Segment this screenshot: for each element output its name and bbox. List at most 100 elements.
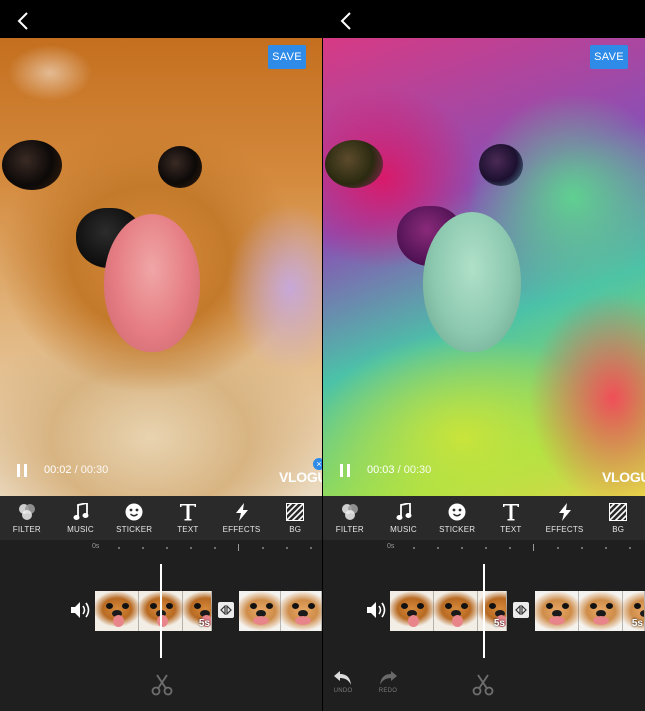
undo-button[interactable]: UNDO: [333, 670, 353, 694]
preview-image-filtered: [323, 38, 645, 496]
tool-label: BG: [612, 525, 625, 534]
sticker-icon: [448, 503, 466, 521]
redo-label: REDO: [378, 688, 398, 694]
tool-label: EFFECTS: [222, 525, 261, 534]
scissors-icon: [151, 674, 173, 696]
volume-button[interactable]: [70, 601, 92, 619]
clip-thumbnail: [535, 591, 579, 631]
tool-label: MUSIC: [390, 525, 417, 534]
transition-button[interactable]: [513, 602, 529, 618]
video-clip[interactable]: 5s: [390, 591, 507, 631]
tool-text[interactable]: TEXT: [161, 496, 215, 540]
volume-icon: [367, 602, 386, 618]
time-separator: /: [394, 464, 404, 476]
time-total: 00:30: [80, 464, 109, 476]
dog-tongue: [423, 212, 521, 352]
effects-icon: [235, 503, 248, 521]
redo-button[interactable]: REDO: [378, 670, 398, 694]
bg-icon: [286, 503, 305, 521]
music-icon: [73, 503, 88, 520]
clip-thumbnail: [95, 591, 139, 631]
tool-music[interactable]: MUSIC: [54, 496, 108, 540]
transition-icon: [220, 605, 232, 615]
time-current: 00:02: [44, 464, 72, 476]
time-ruler: 0s: [0, 540, 322, 556]
pause-icon: [17, 463, 27, 477]
clip-thumbnail: [390, 591, 434, 631]
music-icon: [396, 503, 411, 520]
tool-label: TEXT: [500, 525, 522, 534]
tool-label: STICKER: [439, 525, 476, 534]
watermark: VLOGU: [602, 469, 645, 485]
tool-music[interactable]: MUSIC: [377, 496, 431, 540]
tool-sticker[interactable]: STICKER: [430, 496, 484, 540]
volume-button[interactable]: [366, 601, 388, 619]
dog-eye-left: [325, 140, 383, 188]
tool-label: EFFECTS: [545, 525, 584, 534]
back-button[interactable]: [10, 8, 36, 34]
ruler-start-label: 0s: [387, 543, 395, 550]
clip-duration: 5s: [631, 618, 643, 629]
save-button[interactable]: SAVE: [590, 45, 628, 69]
chevron-left-icon: [340, 12, 351, 30]
tool-label: FILTER: [12, 525, 41, 534]
split-button[interactable]: [150, 673, 174, 697]
dog-eye-right: [158, 146, 202, 188]
save-button[interactable]: SAVE: [268, 45, 306, 69]
clip-duration: 5s: [493, 618, 505, 629]
chevron-left-icon: [17, 12, 28, 30]
editor-panel-filtered: SAVE 00:03 / 00:30 VLOGU FILTER MUSIC ST…: [323, 0, 645, 711]
tool-effects[interactable]: EFFECTS: [215, 496, 269, 540]
timeline: 0s 5s 5s UNDO REDO: [323, 540, 645, 711]
sticker-icon: [125, 503, 143, 521]
edit-toolbar: FILTER MUSIC STICKER TEXT EFFECTS BG: [323, 496, 645, 540]
clip-thumbnail: [239, 591, 281, 631]
split-button[interactable]: [471, 673, 495, 697]
timeline: 0s 5s: [0, 540, 322, 711]
tool-label: MUSIC: [67, 525, 94, 534]
volume-icon: [71, 602, 90, 618]
tool-text[interactable]: TEXT: [484, 496, 538, 540]
pause-button[interactable]: [336, 461, 354, 479]
video-clip[interactable]: 5s: [95, 591, 212, 631]
clip-thumbnail: [434, 591, 478, 631]
watermark-close-button[interactable]: ×: [313, 458, 322, 470]
video-clip[interactable]: [239, 591, 322, 631]
tool-sticker[interactable]: STICKER: [107, 496, 161, 540]
video-preview[interactable]: [323, 38, 645, 496]
video-clip[interactable]: 5s: [535, 591, 645, 631]
text-icon: [502, 504, 519, 521]
playhead[interactable]: [483, 564, 485, 658]
video-preview[interactable]: [0, 38, 322, 496]
scissors-icon: [472, 674, 494, 696]
playback-time: 00:02 / 00:30: [44, 464, 108, 476]
redo-icon: [380, 671, 397, 685]
clip-duration: 5s: [198, 618, 210, 629]
edit-toolbar: FILTER MUSIC STICKER TEXT EFFECTS BG: [0, 496, 322, 540]
filter-icon: [18, 504, 35, 520]
time-total: 00:30: [403, 464, 432, 476]
dog-eye-left: [2, 140, 62, 190]
back-button[interactable]: [333, 8, 359, 34]
watermark: VLOGU: [279, 469, 322, 485]
tool-bg[interactable]: BG: [591, 496, 645, 540]
bg-icon: [609, 503, 628, 521]
tool-filter[interactable]: FILTER: [0, 496, 54, 540]
time-current: 00:03: [367, 464, 395, 476]
tool-filter[interactable]: FILTER: [323, 496, 377, 540]
editor-panel-original: SAVE 00:02 / 00:30 VLOGU × FILTER MUSIC …: [0, 0, 322, 711]
preview-image-original: [0, 38, 322, 496]
dog-eye-right: [479, 144, 523, 186]
tool-effects[interactable]: EFFECTS: [538, 496, 592, 540]
dog-tongue: [104, 214, 200, 352]
filter-icon: [341, 504, 358, 520]
tool-label: STICKER: [116, 525, 153, 534]
time-ruler: 0s: [323, 540, 645, 556]
playhead[interactable]: [160, 564, 162, 658]
tool-label: BG: [289, 525, 302, 534]
tool-bg[interactable]: BG: [268, 496, 322, 540]
tool-label: FILTER: [335, 525, 364, 534]
pause-button[interactable]: [13, 461, 31, 479]
effects-icon: [558, 503, 571, 521]
transition-button[interactable]: [218, 602, 234, 618]
